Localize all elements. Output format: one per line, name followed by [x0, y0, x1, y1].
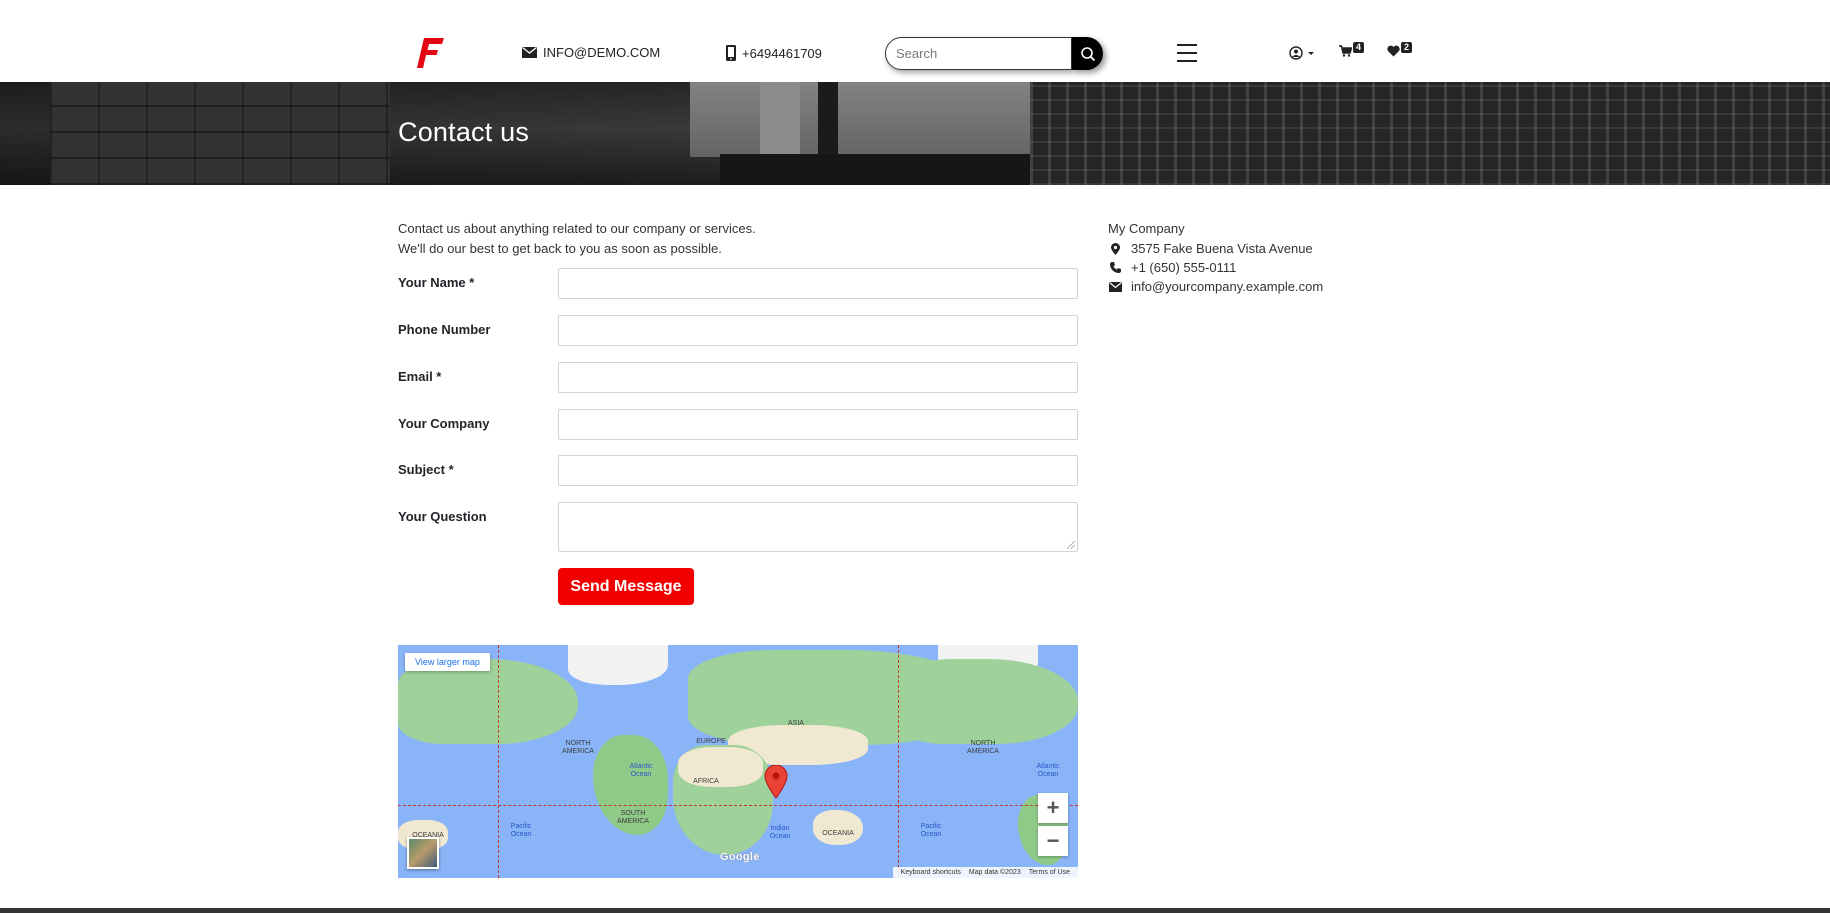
company-address: 3575 Fake Buena Vista Avenue — [1108, 239, 1323, 258]
form-row-subject: Subject * — [398, 455, 1078, 486]
map-tropic-line — [398, 805, 1078, 806]
wishlist-button[interactable]: 2 — [1387, 42, 1413, 57]
search-icon — [1080, 46, 1095, 61]
hamburger-line — [1177, 60, 1197, 62]
map-date-line — [898, 645, 899, 878]
zoom-in-button[interactable]: + — [1038, 793, 1068, 823]
company-label: Your Company — [398, 416, 490, 431]
map-ocean-label: Pacific Ocean — [920, 823, 942, 838]
phone-field[interactable] — [558, 315, 1078, 346]
user-menu-button[interactable] — [1289, 46, 1316, 60]
map-ocean-label: Atlantic Ocean — [1036, 763, 1060, 778]
hamburger-line — [1177, 52, 1197, 54]
wishlist-count-badge: 2 — [1401, 42, 1413, 53]
company-address-text: 3575 Fake Buena Vista Avenue — [1131, 241, 1313, 256]
footer-edge — [0, 908, 1830, 913]
banner-overlay — [0, 82, 1830, 185]
map-date-line — [498, 645, 499, 878]
map-label: OCEANIA — [822, 830, 854, 837]
header-email-text: INFO@DEMO.COM — [543, 45, 661, 60]
map-land — [898, 659, 1078, 744]
caret-down-icon — [1308, 52, 1314, 55]
search-bar — [885, 37, 1109, 70]
map-attribution: Keyboard shortcuts Map data ©2023 Terms … — [892, 867, 1078, 878]
question-label: Your Question — [398, 509, 487, 524]
terms-of-use-link[interactable]: Terms of Use — [1029, 869, 1070, 876]
send-message-button[interactable]: Send Message — [558, 568, 694, 605]
phone-icon — [1108, 262, 1122, 273]
form-row-name: Your Name * — [398, 268, 1078, 299]
email-label: Email * — [398, 369, 442, 384]
question-textarea[interactable] — [558, 502, 1078, 552]
map-marker-icon — [1108, 242, 1122, 255]
intro-line: Contact us about anything related to our… — [398, 221, 756, 236]
shopping-cart-icon — [1339, 45, 1352, 57]
map-label: NORTH AMERICA — [967, 740, 999, 755]
subject-field[interactable] — [558, 455, 1078, 486]
company-name: My Company — [1108, 221, 1185, 236]
company-phone: +1 (650) 555-0111 — [1108, 258, 1323, 277]
map-marker-icon[interactable] — [764, 765, 788, 799]
map-land — [398, 659, 578, 744]
map-label: EUROPE — [696, 738, 726, 745]
search-input[interactable] — [885, 37, 1072, 70]
view-larger-map-link[interactable]: View larger map — [405, 653, 490, 671]
street-view-thumbnail[interactable] — [407, 837, 439, 869]
company-email-link[interactable]: info@yourcompany.example.com — [1131, 279, 1323, 294]
header-phone-text: +6494461709 — [742, 45, 822, 61]
map-ocean-label: Atlantic Ocean — [629, 763, 653, 778]
keyboard-shortcuts-link[interactable]: Keyboard shortcuts — [901, 869, 961, 876]
search-button[interactable] — [1072, 37, 1103, 70]
form-row-phone: Phone Number — [398, 315, 1078, 346]
page-banner — [0, 82, 1830, 185]
form-row-email: Email * — [398, 362, 1078, 393]
resize-grip-icon[interactable] — [1067, 541, 1075, 549]
company-field[interactable] — [558, 409, 1078, 440]
map-ocean-label: Pacific Ocean — [510, 823, 532, 838]
map-data-text: Map data ©2023 — [968, 869, 1021, 876]
form-row-question: Your Question — [398, 502, 1078, 552]
envelope-icon — [1108, 281, 1122, 292]
user-circle-icon — [1289, 46, 1303, 60]
map-label: ASIA — [788, 720, 804, 727]
email-field[interactable] — [558, 362, 1078, 393]
heart-icon — [1387, 45, 1400, 57]
subject-label: Subject * — [398, 462, 454, 477]
hamburger-line — [1177, 44, 1197, 46]
name-label: Your Name * — [398, 275, 475, 290]
zoom-out-button[interactable]: − — [1038, 826, 1068, 856]
form-row-company: Your Company — [398, 409, 1078, 440]
google-logo: Google — [720, 851, 760, 863]
intro-line: We'll do our best to get back to you as … — [398, 241, 722, 256]
company-phone-text: +1 (650) 555-0111 — [1131, 260, 1237, 275]
header-email[interactable]: INFO@DEMO.COM — [522, 45, 660, 60]
map-ocean-label: Indian Ocean — [769, 825, 791, 840]
map-label: SOUTH AMERICA — [617, 810, 649, 825]
map-label: NORTH AMERICA — [562, 740, 594, 755]
brand-logo[interactable] — [416, 36, 446, 70]
mobile-phone-icon — [726, 45, 736, 61]
header-phone[interactable]: +6494461709 — [726, 45, 822, 61]
google-map[interactable]: NORTH AMERICA NORTH AMERICA SOUTH AMERIC… — [398, 645, 1078, 878]
cart-count-badge: 4 — [1353, 42, 1365, 53]
page-title: Contact us — [398, 117, 530, 147]
contact-intro: Contact us about anything related to our… — [398, 219, 756, 259]
site-header: INFO@DEMO.COM +6494461709 4 2 — [0, 0, 1830, 82]
map-ice — [568, 645, 668, 685]
cart-button[interactable]: 4 — [1339, 42, 1365, 57]
company-info: My Company 3575 Fake Buena Vista Avenue … — [1108, 219, 1323, 296]
phone-label: Phone Number — [398, 322, 491, 337]
company-email: info@yourcompany.example.com — [1108, 277, 1323, 296]
menu-toggle-button[interactable] — [1177, 44, 1197, 62]
map-label: AFRICA — [693, 778, 719, 785]
map-desert — [813, 810, 863, 845]
envelope-icon — [522, 47, 537, 58]
name-field[interactable] — [558, 268, 1078, 299]
